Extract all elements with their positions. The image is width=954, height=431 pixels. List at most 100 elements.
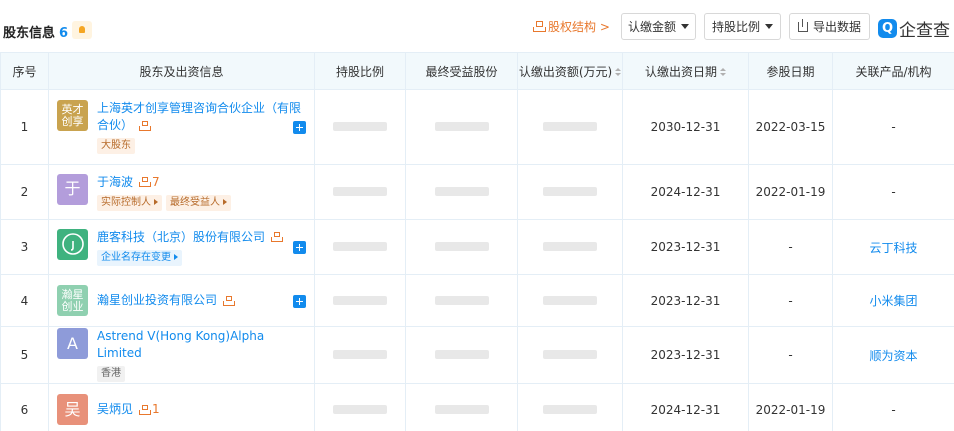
col-subscribed-date[interactable]: 认缴出资日期 <box>622 52 749 90</box>
tag-actual-controller-label: 实际控制人 <box>101 196 151 208</box>
relation-chart-icon[interactable] <box>223 295 236 306</box>
subscribed-amount-cell <box>517 219 623 275</box>
shareholder-name-link[interactable]: 于海波 7 <box>97 174 231 191</box>
col-join-date: 参股日期 <box>748 52 833 90</box>
shareholder-cell: 瀚星 创业 瀚星创业投资有限公司 <box>48 274 315 327</box>
bell-icon[interactable] <box>72 21 92 39</box>
related-link[interactable]: 小米集团 <box>869 294 917 308</box>
related-link[interactable]: 顺为资本 <box>869 349 917 363</box>
join-date-cell: - <box>748 274 833 327</box>
chevron-down-icon <box>765 24 773 29</box>
col-subscribed-date-label: 认缴出资日期 <box>644 64 717 79</box>
hidden-value-mask <box>333 122 387 131</box>
row-index: 1 <box>0 89 49 165</box>
expand-plus-icon[interactable] <box>293 121 306 134</box>
ratio-dropdown[interactable]: 持股比例 <box>704 13 781 40</box>
tag-final-beneficiary[interactable]: 最终受益人 <box>166 194 231 211</box>
ratio-label: 持股比例 <box>711 20 760 34</box>
shareholder-name: 瀚星创业投资有限公司 <box>97 293 218 307</box>
hidden-value-mask <box>333 242 387 251</box>
related-cell: - <box>832 383 954 431</box>
caret-right-icon <box>223 198 227 205</box>
table-row: 1 英才 创享 上海英才创享管理咨询合伙企业（有限合伙） 大股东 2030-12… <box>0 89 954 165</box>
sort-icon[interactable] <box>615 67 622 77</box>
shareholder-name-link[interactable]: 吴炳见 1 <box>97 401 160 418</box>
subscribed-amount-cell <box>517 89 623 165</box>
related-cell: - <box>832 89 954 165</box>
final-benefit-cell <box>405 274 518 327</box>
table-row: 3 鹿客科技（北京）股份有限公司 企业名存在变更 2023-12-31 - 云丁… <box>0 219 954 275</box>
tag-final-beneficiary-label: 最终受益人 <box>170 196 220 208</box>
download-icon <box>797 18 808 32</box>
shareholder-cell: 英才 创享 上海英才创享管理咨询合伙企业（有限合伙） 大股东 <box>48 89 315 165</box>
hidden-value-mask <box>543 404 597 414</box>
shareholder-name-link[interactable]: Astrend V(Hong Kong)Alpha Limited <box>97 328 302 362</box>
tag-name-changed[interactable]: 企业名存在变更 <box>97 249 182 266</box>
col-subscribed-amount[interactable]: 认缴出资额(万元) <box>517 52 623 90</box>
expand-plus-icon[interactable] <box>293 294 306 308</box>
chevron-down-icon <box>681 24 689 29</box>
avatar: 瀚星 创业 <box>57 285 88 316</box>
shareholder-name-link[interactable]: 上海英才创享管理咨询合伙企业（有限合伙） <box>97 100 302 134</box>
expand-plus-icon[interactable] <box>293 241 306 254</box>
shareholder-name-link[interactable]: 瀚星创业投资有限公司 <box>97 292 236 309</box>
avatar: 于 <box>57 173 88 205</box>
tag-name-changed-label: 企业名存在变更 <box>101 251 171 263</box>
ratio-cell <box>314 274 406 327</box>
shareholder-name: 鹿客科技（北京）股份有限公司 <box>97 229 266 244</box>
relation-chart-icon[interactable] <box>139 120 152 131</box>
shareholder-name: 吴炳见 <box>97 402 134 416</box>
join-date-cell: 2022-01-19 <box>748 383 833 431</box>
related-cell[interactable]: 小米集团 <box>832 274 954 327</box>
join-date-cell: 2022-01-19 <box>748 164 833 220</box>
equity-structure-link[interactable]: 股权结构 > <box>533 18 610 35</box>
equity-structure-label: 股权结构 > <box>548 20 610 34</box>
qcc-logo: Q 企查查 <box>878 16 950 41</box>
export-button[interactable]: 导出数据 <box>789 13 870 40</box>
hidden-value-mask <box>333 404 387 414</box>
logo-mark-icon: Q <box>878 19 897 38</box>
row-index: 6 <box>0 383 49 431</box>
related-cell[interactable]: 顺为资本 <box>832 326 954 384</box>
org-chart-icon <box>533 21 546 32</box>
shareholder-cell: 吴 吴炳见 1 <box>48 383 315 431</box>
hidden-value-mask <box>333 295 387 305</box>
table-row: 2 于 于海波 7 实际控制人 最终受益人 2024-12-31 2022-01… <box>0 164 954 220</box>
related-count[interactable]: 1 <box>152 402 160 416</box>
tag-region: 香港 <box>97 366 125 382</box>
export-label: 导出数据 <box>812 20 861 34</box>
avatar: 吴 <box>57 394 88 425</box>
tag-actual-controller[interactable]: 实际控制人 <box>97 194 162 211</box>
ratio-cell <box>314 89 406 165</box>
hidden-value-mask <box>434 187 489 196</box>
subscribed-amount-cell <box>517 326 623 384</box>
section-title: 股东信息 6 <box>3 22 68 41</box>
subscribed-amount-dropdown[interactable]: 认缴金额 <box>621 13 696 40</box>
caret-right-icon <box>154 198 158 205</box>
final-benefit-cell <box>405 326 518 384</box>
final-benefit-cell <box>405 89 518 165</box>
company-logo-icon <box>61 233 84 255</box>
shareholder-name-link[interactable]: 鹿客科技（北京）股份有限公司 <box>97 229 284 246</box>
related-link[interactable]: 云丁科技 <box>869 241 917 255</box>
related-cell: - <box>832 164 954 220</box>
row-index: 3 <box>0 219 49 275</box>
subscribed-date-cell: 2023-12-31 <box>622 326 749 384</box>
hidden-value-mask <box>333 350 387 359</box>
subscribed-amount-cell <box>517 383 623 431</box>
shareholder-table: 序号 股东及出资信息 持股比例 最终受益股份 认缴出资额(万元) 认缴出资日期 … <box>0 52 954 431</box>
col-ratio: 持股比例 <box>314 52 406 90</box>
relation-chart-icon[interactable] <box>271 232 284 242</box>
related-cell[interactable]: 云丁科技 <box>832 219 954 275</box>
sort-icon[interactable] <box>720 67 726 77</box>
company-logo <box>57 228 88 260</box>
relation-chart-icon[interactable] <box>139 404 152 415</box>
related-count[interactable]: 7 <box>152 175 160 189</box>
hidden-value-mask <box>333 187 387 196</box>
relation-chart-icon[interactable] <box>139 177 152 187</box>
shareholder-cell: 鹿客科技（北京）股份有限公司 企业名存在变更 <box>48 219 315 275</box>
ratio-cell <box>314 383 406 431</box>
table-header-row: 序号 股东及出资信息 持股比例 最终受益股份 认缴出资额(万元) 认缴出资日期 … <box>0 52 954 90</box>
avatar: 英才 创享 <box>57 100 88 131</box>
ratio-cell <box>314 164 406 220</box>
